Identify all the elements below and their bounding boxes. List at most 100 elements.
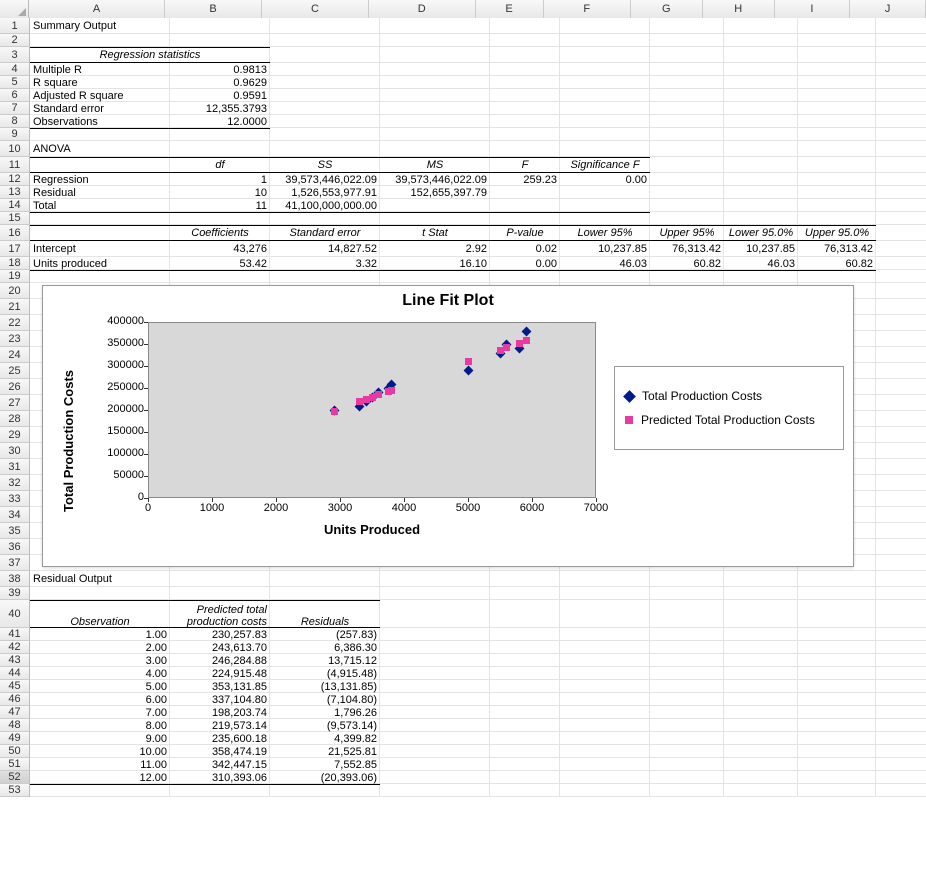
anova-name[interactable]: Residual: [30, 186, 170, 199]
row-header-39[interactable]: 39: [0, 587, 30, 600]
coef-v[interactable]: 76,313.42: [650, 241, 724, 257]
col-header-G[interactable]: G: [631, 0, 703, 18]
row-header-19[interactable]: 19: [0, 270, 30, 283]
coef-h[interactable]: P-value: [490, 225, 560, 241]
anova-h-ms[interactable]: MS: [380, 157, 490, 173]
col-header-I[interactable]: I: [775, 0, 851, 18]
coef-v[interactable]: 0.00: [490, 257, 560, 270]
anova-df[interactable]: 11: [170, 199, 270, 212]
row-header-2[interactable]: 2: [0, 34, 30, 47]
resid-obs[interactable]: 3.00: [30, 654, 170, 667]
row-header-6[interactable]: 6: [0, 89, 30, 102]
row-header-51[interactable]: 51: [0, 758, 30, 771]
coef-v[interactable]: 43,276: [170, 241, 270, 257]
anova-df[interactable]: 10: [170, 186, 270, 199]
resid-pred[interactable]: 219,573.14: [170, 719, 270, 732]
resid-h-res[interactable]: Residuals: [270, 600, 380, 628]
col-header-F[interactable]: F: [544, 0, 631, 18]
coef-v[interactable]: 3.32: [270, 257, 380, 270]
row-header-17[interactable]: 17: [0, 241, 30, 257]
col-header-A[interactable]: A: [29, 0, 165, 18]
resid-obs[interactable]: 1.00: [30, 628, 170, 641]
resid-pred[interactable]: 230,257.83: [170, 628, 270, 641]
col-header-J[interactable]: J: [850, 0, 926, 18]
resid-pred[interactable]: 243,613.70: [170, 641, 270, 654]
row-header-15[interactable]: 15: [0, 212, 30, 225]
row-header-3[interactable]: 3: [0, 47, 30, 63]
reg-stat-value[interactable]: 0.9813: [170, 63, 270, 76]
reg-stat-label[interactable]: R square: [30, 76, 170, 89]
coef-v[interactable]: 0.02: [490, 241, 560, 257]
resid-res[interactable]: (13,131.85): [270, 680, 380, 693]
line-fit-plot-chart[interactable]: Line Fit PlotTotal Production CostsUnits…: [42, 285, 854, 567]
row-header-14[interactable]: 14: [0, 199, 30, 212]
resid-res[interactable]: 6,386.30: [270, 641, 380, 654]
coef-v[interactable]: 16.10: [380, 257, 490, 270]
row-header-33[interactable]: 33: [0, 491, 30, 507]
row-header-28[interactable]: 28: [0, 411, 30, 427]
coef-h[interactable]: Coefficients: [170, 225, 270, 241]
row-header-9[interactable]: 9: [0, 128, 30, 141]
row-header-5[interactable]: 5: [0, 76, 30, 89]
reg-stat-value[interactable]: 12,355.3793: [170, 102, 270, 115]
row-header-26[interactable]: 26: [0, 379, 30, 395]
resid-res[interactable]: (9,573.14): [270, 719, 380, 732]
coef-v[interactable]: 53.42: [170, 257, 270, 270]
row-header-40[interactable]: 40: [0, 600, 30, 628]
row-header-34[interactable]: 34: [0, 507, 30, 523]
anova-h-sigf[interactable]: Significance F: [560, 157, 650, 173]
resid-res[interactable]: 4,399.82: [270, 732, 380, 745]
row-header-12[interactable]: 12: [0, 173, 30, 186]
anova-h-ss[interactable]: SS: [270, 157, 380, 173]
row-header-22[interactable]: 22: [0, 315, 30, 331]
row-header-21[interactable]: 21: [0, 299, 30, 315]
row-header-32[interactable]: 32: [0, 475, 30, 491]
regression-stats-title[interactable]: Regression statistics: [30, 47, 270, 63]
reg-stat-label[interactable]: Multiple R: [30, 63, 170, 76]
reg-stat-label[interactable]: Adjusted R square: [30, 89, 170, 102]
anova-name[interactable]: Regression: [30, 173, 170, 186]
anova-ms[interactable]: 39,573,446,022.09: [380, 173, 490, 186]
resid-obs[interactable]: 6.00: [30, 693, 170, 706]
col-header-E[interactable]: E: [476, 0, 544, 18]
coef-name[interactable]: Intercept: [30, 241, 170, 257]
col-header-H[interactable]: H: [703, 0, 775, 18]
row-header-13[interactable]: 13: [0, 186, 30, 199]
reg-stat-value[interactable]: 12.0000: [170, 115, 270, 128]
row-header-10[interactable]: 10: [0, 141, 30, 157]
row-header-35[interactable]: 35: [0, 523, 30, 539]
coef-h[interactable]: Lower 95.0%: [724, 225, 798, 241]
coef-v[interactable]: 46.03: [560, 257, 650, 270]
row-header-16[interactable]: 16: [0, 225, 30, 241]
resid-res[interactable]: 1,796.26: [270, 706, 380, 719]
resid-pred[interactable]: 310,393.06: [170, 771, 270, 784]
row-header-42[interactable]: 42: [0, 641, 30, 654]
coef-v[interactable]: 46.03: [724, 257, 798, 270]
anova-title[interactable]: ANOVA: [30, 141, 170, 157]
anova-ss[interactable]: 1,526,553,977.91: [270, 186, 380, 199]
resid-obs[interactable]: 5.00: [30, 680, 170, 693]
resid-obs[interactable]: 10.00: [30, 745, 170, 758]
coef-v[interactable]: 14,827.52: [270, 241, 380, 257]
anova-f[interactable]: 259.23: [490, 173, 560, 186]
anova-df[interactable]: 1: [170, 173, 270, 186]
col-header-C[interactable]: C: [262, 0, 369, 18]
row-header-31[interactable]: 31: [0, 459, 30, 475]
reg-stat-value[interactable]: 0.9591: [170, 89, 270, 102]
row-header-37[interactable]: 37: [0, 555, 30, 571]
row-header-46[interactable]: 46: [0, 693, 30, 706]
coef-v[interactable]: 2.92: [380, 241, 490, 257]
col-header-B[interactable]: B: [165, 0, 262, 18]
anova-ss[interactable]: 41,100,000,000.00: [270, 199, 380, 212]
residual-output-title[interactable]: Residual Output: [30, 571, 270, 587]
resid-res[interactable]: (257.83): [270, 628, 380, 641]
resid-obs[interactable]: 12.00: [30, 771, 170, 784]
row-header-1[interactable]: 1: [0, 18, 30, 34]
anova-name[interactable]: Total: [30, 199, 170, 212]
row-header-48[interactable]: 48: [0, 719, 30, 732]
resid-h-pred[interactable]: Predicted total production costs: [170, 600, 270, 628]
reg-stat-label[interactable]: Observations: [30, 115, 170, 128]
select-all-corner[interactable]: [0, 0, 29, 18]
resid-pred[interactable]: 224,915.48: [170, 667, 270, 680]
row-header-30[interactable]: 30: [0, 443, 30, 459]
